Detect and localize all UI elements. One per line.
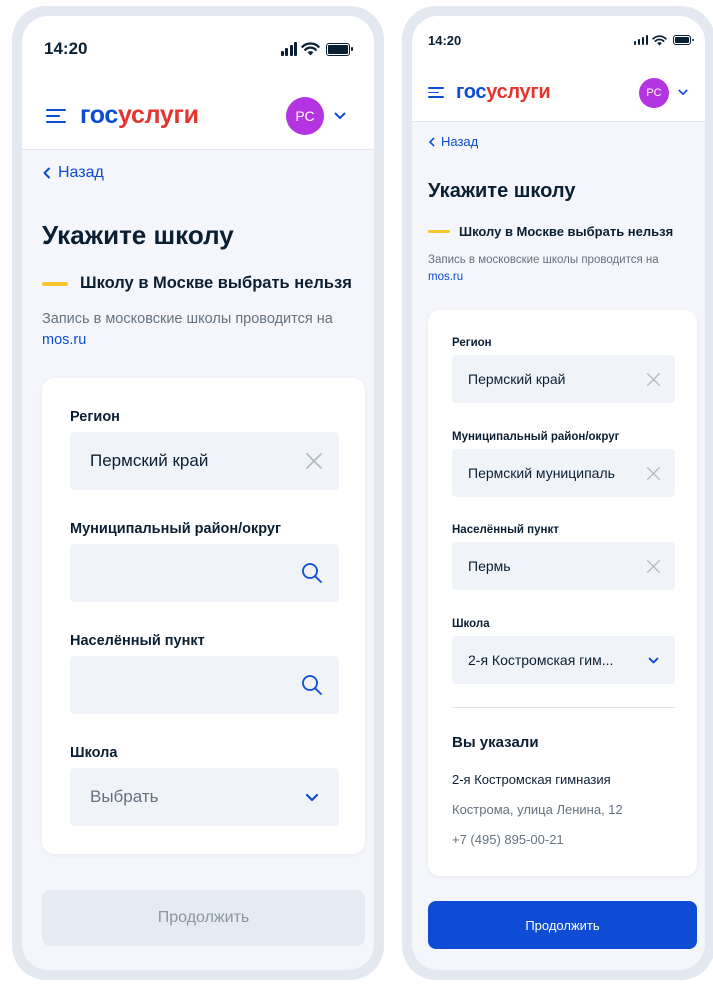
region-value: Пермский край: [90, 451, 209, 470]
logo-part-uslugi: услуги: [486, 81, 551, 103]
district-field[interactable]: [70, 544, 339, 602]
district-label: Муниципальный район/округ: [70, 521, 282, 537]
gosuslugi-logo[interactable]: госуслуги: [456, 81, 551, 104]
warning-heading: Школу в Москве выбрать нельзя: [428, 224, 673, 239]
back-label: Назад: [58, 164, 104, 181]
warning-title: Школу в Москве выбрать нельзя: [80, 274, 352, 292]
phone-frame-left: 14:20 госуслуги РС Назад Укажите школу Ш…: [12, 6, 384, 980]
wifi-icon: [301, 42, 320, 56]
clear-icon[interactable]: [646, 466, 661, 481]
district-value: Пермский муниципаль: [468, 465, 615, 481]
school-label: Школа: [70, 745, 118, 761]
warning-title: Школу в Москве выбрать нельзя: [459, 224, 674, 239]
battery-icon: [673, 35, 694, 45]
logo-part-uslugi: услуги: [118, 101, 199, 129]
warning-note: Запись в московские школы проводится на …: [42, 309, 362, 351]
locality-field[interactable]: Пермь: [452, 542, 675, 590]
district-field[interactable]: Пермский муниципаль: [452, 449, 675, 497]
back-link[interactable]: Назад: [428, 134, 478, 149]
warning-note: Запись в московские школы проводится на …: [428, 252, 696, 285]
avatar[interactable]: РС: [639, 77, 669, 108]
locality-field[interactable]: [70, 656, 339, 714]
summary-address: Кострома, улица Ленина, 12: [452, 802, 623, 817]
school-select[interactable]: Выбрать: [70, 768, 339, 826]
clear-icon[interactable]: [646, 559, 661, 574]
logo-part-gos: гос: [456, 81, 487, 103]
continue-button[interactable]: Продолжить: [428, 901, 697, 949]
school-placeholder: Выбрать: [90, 787, 159, 806]
chevron-left-icon: [429, 137, 435, 146]
burger-menu-icon[interactable]: [428, 87, 444, 98]
back-label: Назад: [441, 134, 479, 149]
region-field[interactable]: Пермский край: [452, 355, 675, 403]
phone-frame-right: 14:20 госуслуги РС Назад Укажите школу Ш…: [402, 6, 713, 980]
school-select[interactable]: 2-я Костромская гим...: [452, 636, 675, 684]
chevron-down-icon[interactable]: [673, 83, 693, 103]
signal-icon: [633, 35, 648, 45]
screen-filled: 14:20 госуслуги РС Назад Укажите школу Ш…: [412, 16, 705, 970]
chevron-down-icon[interactable]: [305, 793, 319, 802]
app-header: госуслуги РС: [22, 82, 374, 150]
status-icons: [633, 34, 694, 46]
avatar[interactable]: РС: [286, 96, 324, 135]
battery-icon: [326, 42, 353, 56]
logo-part-gos: гос: [80, 101, 119, 129]
page-title: Укажите школу: [428, 180, 576, 202]
form-card: Регион Пермский край Муниципальный район…: [428, 310, 697, 876]
region-label: Регион: [70, 409, 120, 425]
status-bar: 14:20: [412, 16, 705, 64]
school-label: Школа: [452, 618, 490, 630]
district-label: Муниципальный район/округ: [452, 431, 620, 443]
continue-button[interactable]: Продолжить: [42, 890, 365, 946]
warning-text: Запись в московские школы проводится на: [42, 311, 333, 327]
gosuslugi-logo[interactable]: госуслуги: [80, 101, 199, 130]
warning-bar: [42, 281, 68, 286]
signal-icon: [280, 42, 297, 56]
screen-initial: 14:20 госуслуги РС Назад Укажите школу Ш…: [22, 16, 374, 970]
clear-icon[interactable]: [646, 372, 661, 387]
clear-icon[interactable]: [305, 452, 323, 470]
warning-text: Запись в московские школы проводится на: [428, 254, 659, 266]
warning-bar: [428, 230, 450, 233]
status-icons: [280, 42, 353, 56]
back-link[interactable]: Назад: [42, 164, 104, 182]
app-header: госуслуги РС: [412, 64, 705, 122]
wifi-icon: [652, 34, 667, 46]
region-field[interactable]: Пермский край: [70, 432, 339, 490]
chevron-down-icon[interactable]: [328, 104, 352, 128]
summary-school-name: 2-я Костромская гимназия: [452, 772, 611, 787]
search-icon[interactable]: [301, 674, 323, 696]
summary-title: Вы указали: [452, 734, 539, 751]
form-card: Регион Пермский край Муниципальный район…: [42, 378, 365, 854]
divider: [452, 707, 675, 708]
chevron-down-icon[interactable]: [648, 657, 659, 664]
mos-ru-link[interactable]: mos.ru: [42, 332, 86, 348]
page-title: Укажите школу: [42, 220, 234, 250]
chevron-left-icon: [43, 167, 50, 179]
school-value: 2-я Костромская гим...: [468, 652, 614, 668]
status-time: 14:20: [44, 39, 88, 58]
locality-value: Пермь: [468, 558, 511, 574]
search-icon[interactable]: [301, 562, 323, 584]
burger-menu-icon[interactable]: [46, 108, 66, 123]
locality-label: Населённый пункт: [452, 524, 559, 536]
status-bar: 14:20: [22, 16, 374, 82]
region-value: Пермский край: [468, 371, 566, 387]
summary-phone: +7 (495) 895-00-21: [452, 832, 564, 847]
warning-heading: Школу в Москве выбрать нельзя: [42, 274, 352, 293]
locality-label: Населённый пункт: [70, 633, 205, 649]
region-label: Регион: [452, 337, 492, 349]
mos-ru-link[interactable]: mos.ru: [428, 271, 463, 283]
status-time: 14:20: [428, 32, 462, 48]
